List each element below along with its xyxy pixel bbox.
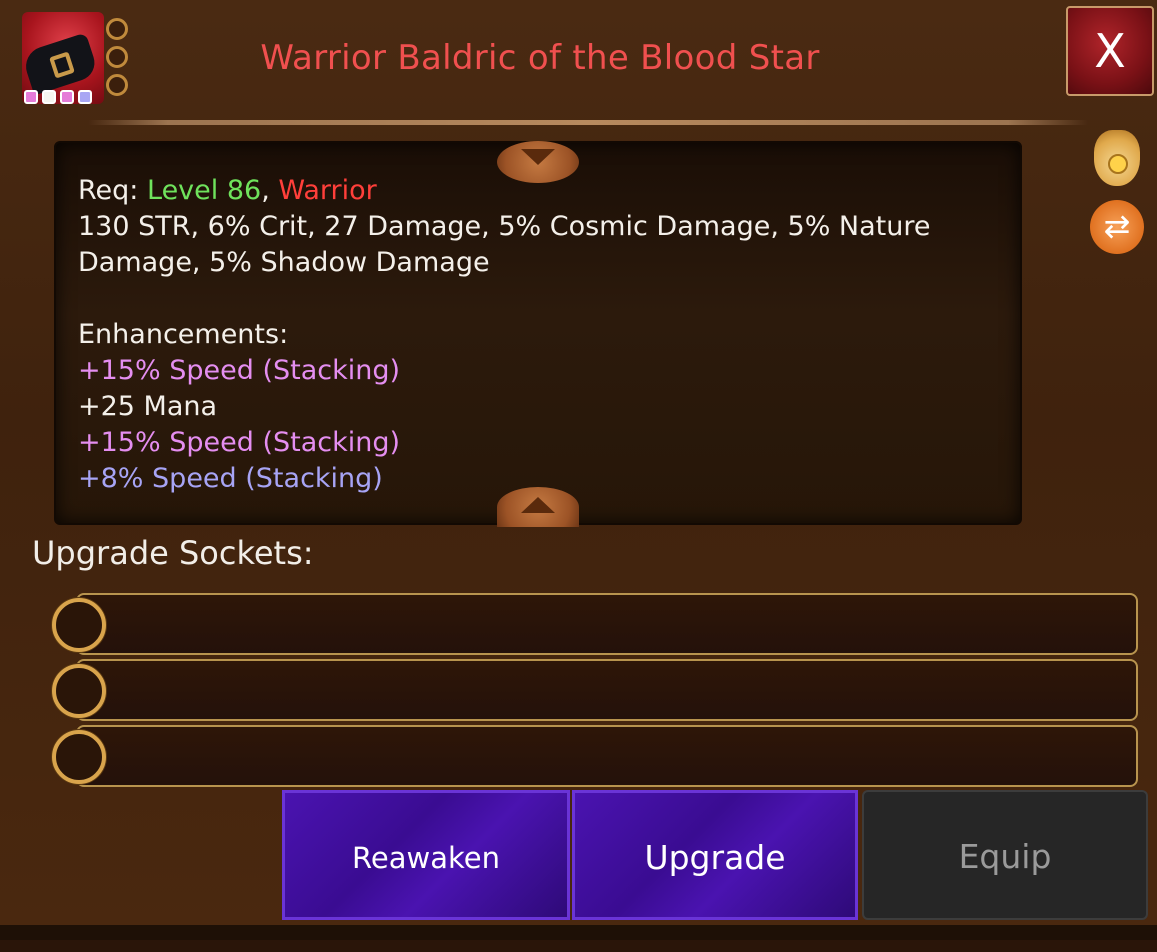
item-description-box[interactable]: Req: Level 86, Warrior 130 STR, 6% Crit,… [54, 141, 1022, 525]
item-detail-panel: Warrior Baldric of the Blood Star X Req:… [0, 0, 1157, 940]
swap-icon[interactable]: ⇄ [1090, 200, 1144, 254]
gem-4 [78, 90, 92, 104]
req-label: Req: [78, 175, 139, 206]
gem-3 [60, 90, 74, 104]
gem-2 [42, 90, 56, 104]
req-class: Warrior [278, 175, 377, 206]
title-divider [88, 120, 1088, 125]
gem-1 [24, 90, 38, 104]
upgrade-sockets-label: Upgrade Sockets: [32, 534, 314, 572]
upgrade-socket-icon[interactable] [52, 730, 106, 784]
arrow-up-icon [521, 497, 555, 513]
upgrade-button[interactable]: Upgrade [572, 790, 858, 920]
item-title: Warrior Baldric of the Blood Star [260, 38, 820, 78]
arrow-down-icon [521, 149, 555, 165]
enhancements-label: Enhancements: [78, 319, 289, 350]
req-separator: , [261, 175, 270, 206]
equip-button[interactable]: Equip [862, 790, 1148, 920]
reawaken-button[interactable]: Reawaken [282, 790, 570, 920]
enhancement-item: +15% Speed (Stacking) [78, 355, 401, 386]
enhancement-item: +25 Mana [78, 391, 218, 422]
scroll-up-button[interactable] [497, 487, 579, 527]
req-level: Level 86 [147, 175, 262, 206]
stats-line: 130 STR, 6% Crit, 27 Damage, 5% Cosmic D… [78, 211, 931, 278]
upgrade-socket-row[interactable] [76, 593, 1138, 655]
upgrade-socket-row[interactable] [76, 725, 1138, 787]
enhancement-item: +15% Speed (Stacking) [78, 427, 401, 458]
upgrade-socket-icon[interactable] [52, 664, 106, 718]
coin-icon [1108, 154, 1128, 174]
close-button[interactable]: X [1066, 6, 1154, 96]
coin-bag-icon[interactable] [1094, 130, 1140, 186]
item-socket-1 [106, 18, 128, 40]
upgrade-socket-row[interactable] [76, 659, 1138, 721]
item-description: Req: Level 86, Warrior 130 STR, 6% Crit,… [78, 173, 998, 497]
upgrade-socket-icon[interactable] [52, 598, 106, 652]
scroll-down-button[interactable] [497, 141, 579, 183]
